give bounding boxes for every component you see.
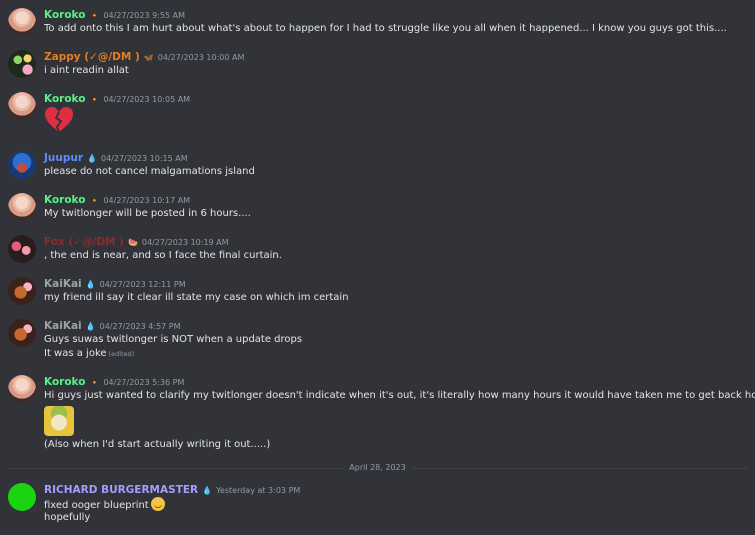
message-header: KaiKai 💧 04/27/2023 4:57 PM bbox=[44, 319, 181, 334]
timestamp[interactable]: 04/27/2023 10:19 AM bbox=[142, 238, 229, 247]
role-badge-icon: 🔸 bbox=[89, 95, 100, 104]
role-badge-icon: 🦋 bbox=[143, 53, 154, 62]
avatar[interactable] bbox=[8, 235, 36, 263]
timestamp[interactable]: 04/27/2023 10:00 AM bbox=[158, 53, 245, 62]
edited-marker: (edited) bbox=[108, 350, 135, 358]
message-text: Guys suwas twitlonger is NOT when a upda… bbox=[44, 334, 303, 345]
message-text: , the end is near, and so I face the fin… bbox=[44, 250, 282, 261]
author-name[interactable]: Zappy (✓@/DM ) bbox=[44, 51, 140, 63]
message-text: To add onto this I am hurt about what's … bbox=[44, 23, 727, 34]
timestamp[interactable]: Yesterday at 3:03 PM bbox=[216, 486, 300, 495]
message-text: (Also when I'd start actually writing it… bbox=[44, 439, 271, 450]
avatar[interactable] bbox=[8, 50, 36, 78]
timestamp[interactable]: 04/27/2023 10:17 AM bbox=[103, 196, 190, 205]
message-header: Fox (✓@/DM ) 🍉 04/27/2023 10:19 AM bbox=[44, 235, 229, 250]
role-badge-icon: 🔸 bbox=[89, 378, 100, 387]
avatar[interactable] bbox=[8, 92, 36, 120]
sticker-image[interactable] bbox=[44, 406, 74, 436]
timestamp[interactable]: 04/27/2023 4:57 PM bbox=[100, 322, 181, 331]
author-name[interactable]: Fox (✓@/DM ) bbox=[44, 236, 124, 248]
avatar[interactable] bbox=[8, 151, 36, 179]
message-text: fixed ooger blueprint bbox=[44, 500, 149, 511]
message-text: my friend ill say it clear ill state my … bbox=[44, 292, 349, 303]
timestamp[interactable]: 04/27/2023 5:36 PM bbox=[103, 378, 184, 387]
avatar[interactable] bbox=[8, 8, 36, 36]
author-name[interactable]: Juupur bbox=[44, 152, 83, 164]
author-name[interactable]: KaiKai bbox=[44, 320, 82, 332]
author-name[interactable]: Koroko bbox=[44, 93, 85, 105]
message-text: Hi guys just wanted to clarify my twitlo… bbox=[44, 390, 755, 401]
message-header: Zappy (✓@/DM ) 🦋 04/27/2023 10:00 AM bbox=[44, 50, 244, 65]
message-header: KaiKai 💧 04/27/2023 12:11 PM bbox=[44, 277, 186, 292]
role-badge-icon: 🔸 bbox=[89, 11, 100, 20]
timestamp[interactable]: 04/27/2023 10:05 AM bbox=[103, 95, 190, 104]
avatar[interactable] bbox=[8, 193, 36, 221]
message-header: Koroko 🔸 04/27/2023 10:17 AM bbox=[44, 193, 190, 208]
date-divider-label-wrap: April 28, 2023 bbox=[0, 462, 755, 473]
message-text: It was a joke bbox=[44, 348, 107, 359]
message-text: My twitlonger will be posted in 6 hours.… bbox=[44, 208, 251, 219]
timestamp[interactable]: 04/27/2023 12:11 PM bbox=[100, 280, 186, 289]
author-name[interactable]: Koroko bbox=[44, 194, 85, 206]
avatar[interactable] bbox=[8, 277, 36, 305]
author-name[interactable]: KaiKai bbox=[44, 278, 82, 290]
author-name[interactable]: Koroko bbox=[44, 376, 85, 388]
message-text: hopefully bbox=[44, 512, 91, 523]
message-text-line: It was a joke (edited) bbox=[44, 347, 134, 361]
author-name[interactable]: RICHARD BURGERMASTER bbox=[44, 484, 198, 496]
avatar[interactable] bbox=[8, 375, 36, 403]
timestamp[interactable]: 04/27/2023 9:55 AM bbox=[103, 11, 185, 20]
timestamp[interactable]: 04/27/2023 10:15 AM bbox=[101, 154, 188, 163]
role-badge-icon: 🔸 bbox=[89, 196, 100, 205]
message-header: Koroko 🔸 04/27/2023 9:55 AM bbox=[44, 8, 185, 23]
role-badge-icon: 💧 bbox=[87, 154, 97, 163]
message-header: Juupur 💧 04/27/2023 10:15 AM bbox=[44, 151, 188, 166]
role-badge-icon: 💧 bbox=[85, 322, 96, 331]
chat-log: Koroko 🔸 04/27/2023 9:55 AM To add onto th… bbox=[0, 0, 755, 535]
message-header: Koroko 🔸 04/27/2023 10:05 AM bbox=[44, 92, 190, 107]
smiling-face-icon bbox=[150, 497, 165, 511]
date-divider-label: April 28, 2023 bbox=[343, 463, 412, 472]
role-badge-icon: 💧 bbox=[202, 486, 213, 495]
role-badge-icon: 💧 bbox=[85, 280, 96, 289]
message-text: i aint readin allat bbox=[44, 65, 129, 76]
author-name[interactable]: Koroko bbox=[44, 9, 85, 21]
message-header: RICHARD BURGERMASTER 💧 Yesterday at 3:03 P… bbox=[44, 483, 300, 498]
avatar[interactable] bbox=[8, 319, 36, 347]
message-text: please do not cancel malgamations jsland bbox=[44, 166, 255, 177]
message-header: Koroko 🔸 04/27/2023 5:36 PM bbox=[44, 375, 184, 390]
avatar[interactable] bbox=[8, 483, 36, 511]
role-badge-icon: 🍉 bbox=[127, 238, 138, 247]
broken-heart-icon[interactable] bbox=[44, 106, 74, 134]
